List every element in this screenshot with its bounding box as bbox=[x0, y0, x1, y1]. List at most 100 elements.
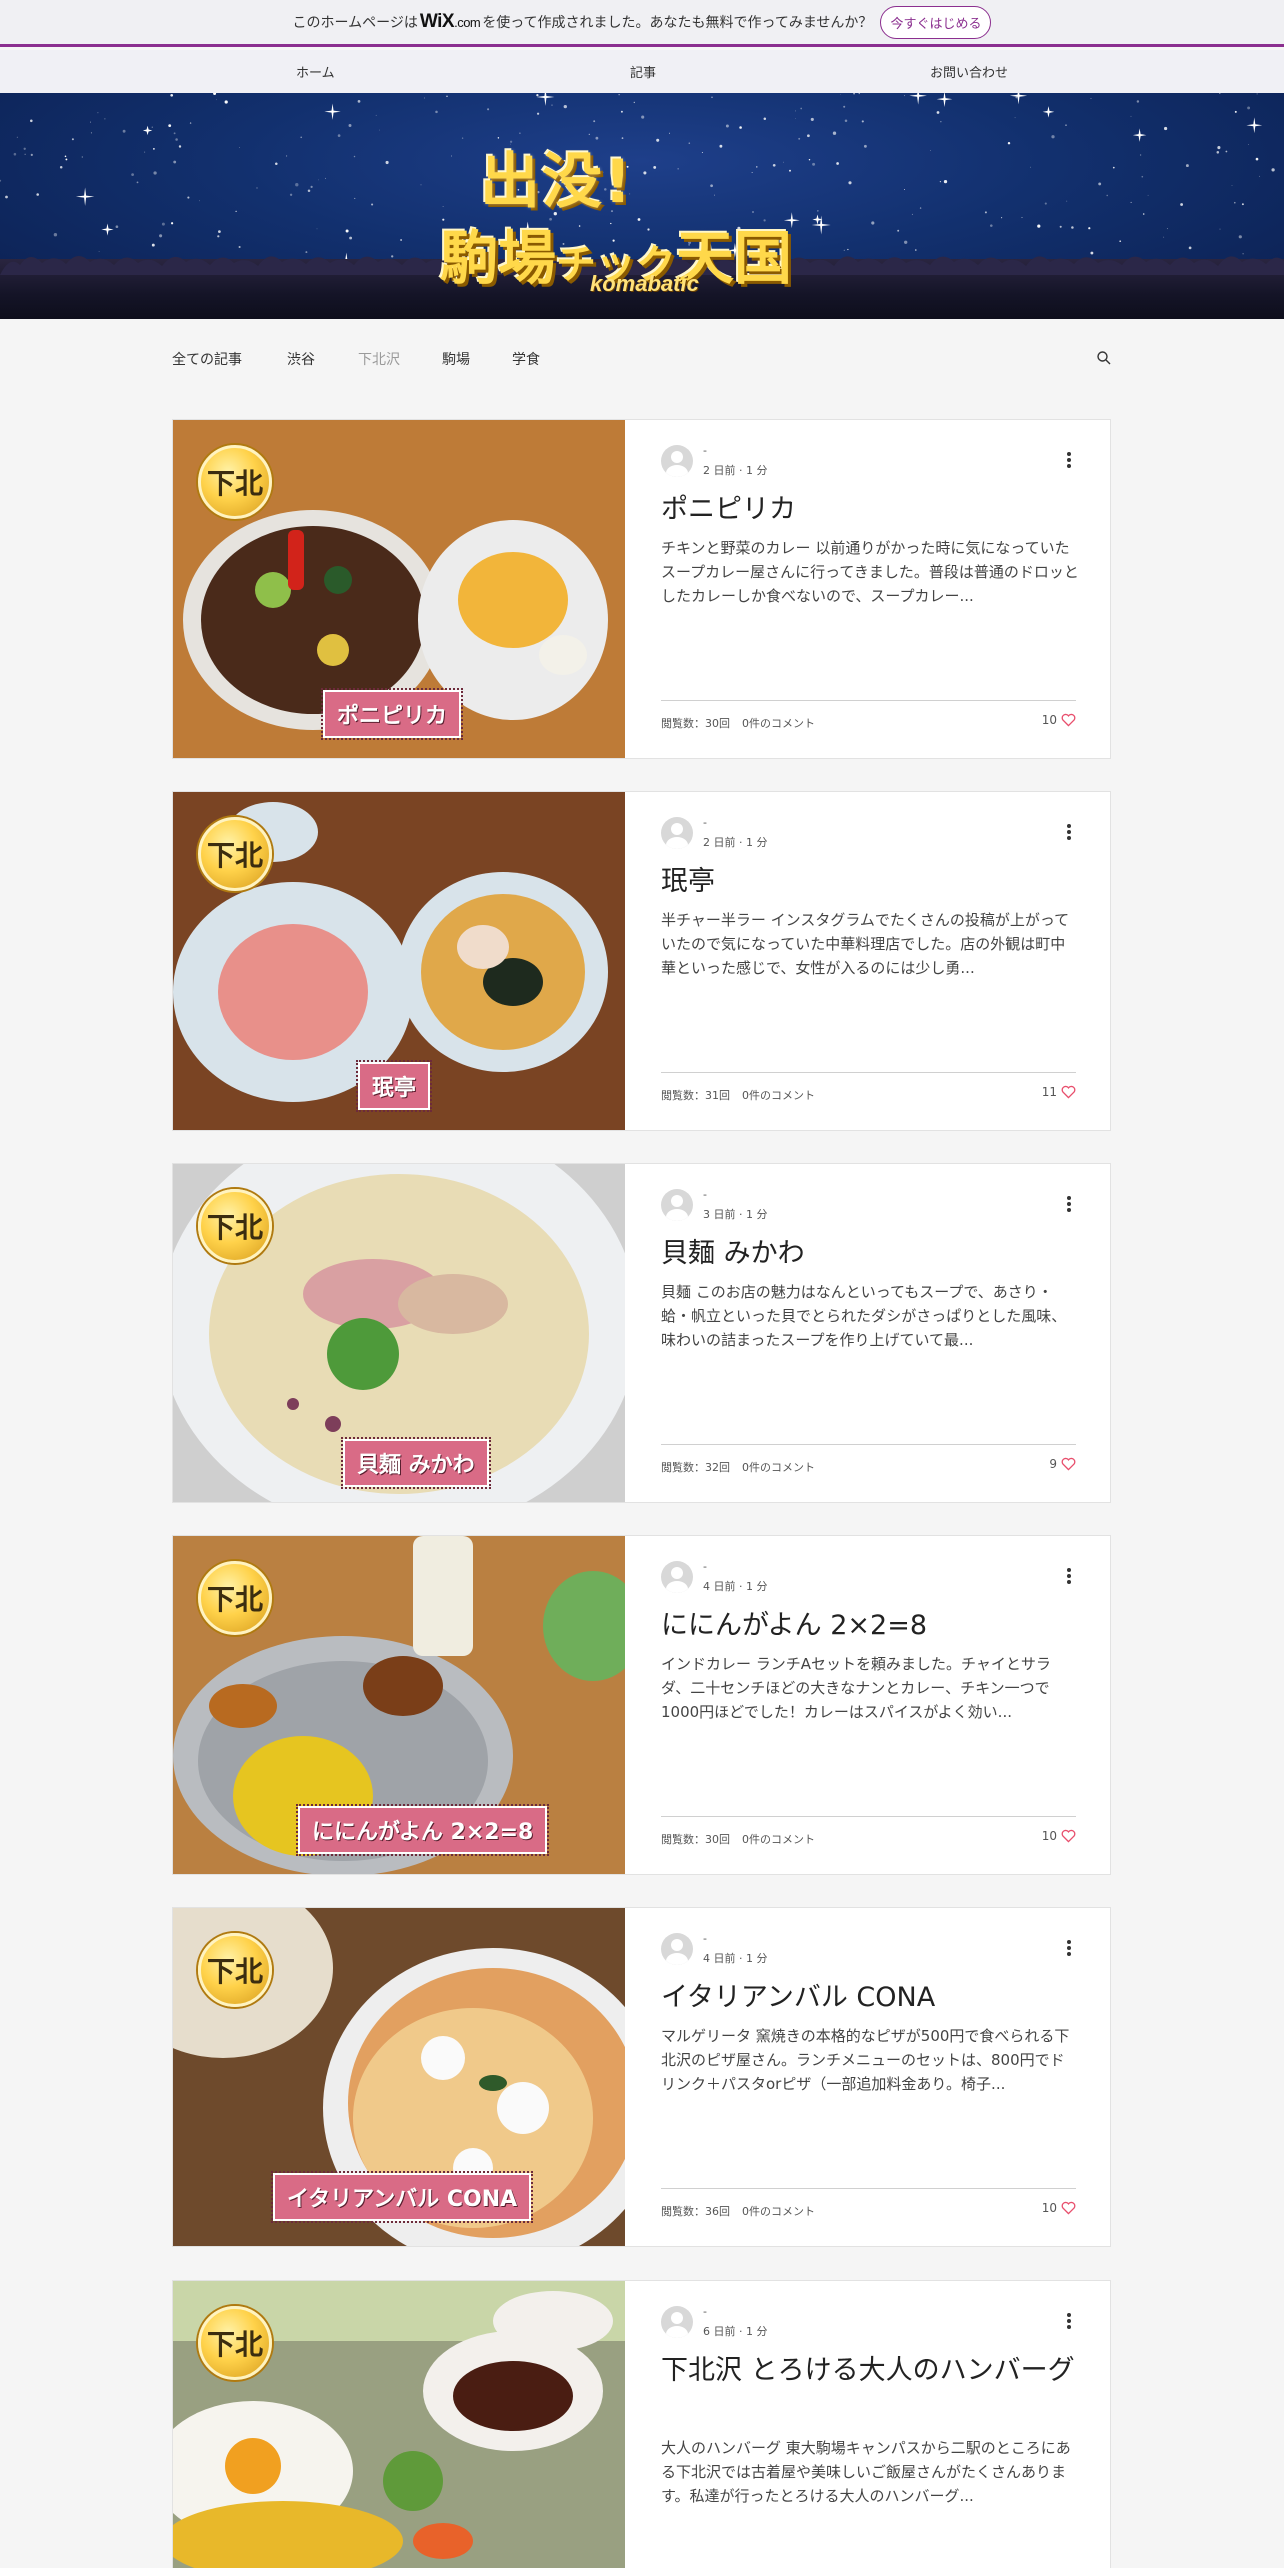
post-title[interactable]: ににんがよん 2×2=8 bbox=[661, 1608, 1081, 1644]
post-excerpt[interactable]: 半チャー半ラー インスタグラムでたくさんの投稿が上がっていたので気になっていた中… bbox=[661, 908, 1079, 980]
like-button[interactable]: 11 bbox=[1042, 1085, 1076, 1099]
star bbox=[843, 105, 846, 108]
author-name[interactable]: - bbox=[703, 1560, 707, 1573]
star bbox=[1059, 225, 1062, 228]
star bbox=[307, 189, 311, 193]
star bbox=[36, 193, 39, 196]
star bbox=[90, 132, 92, 134]
post-title[interactable]: 貝麺 みかわ bbox=[661, 1236, 1081, 1272]
author-avatar[interactable] bbox=[661, 1189, 693, 1221]
star bbox=[300, 136, 303, 139]
site-logo[interactable]: 出没! 駒場チック天国 komabatic bbox=[440, 133, 860, 303]
author-name[interactable]: - bbox=[703, 1932, 707, 1945]
comment-count[interactable]: 0件のコメント bbox=[742, 1089, 815, 1102]
category-shibuya[interactable]: 渋谷 bbox=[287, 349, 315, 369]
author-name[interactable]: - bbox=[703, 1188, 707, 1201]
star bbox=[13, 152, 17, 156]
category-all[interactable]: 全ての記事 bbox=[172, 349, 242, 369]
author-name[interactable]: - bbox=[703, 816, 707, 829]
post-thumbnail[interactable]: 下北 珉亭 bbox=[173, 792, 625, 1130]
star bbox=[424, 97, 425, 99]
more-options-icon[interactable] bbox=[1066, 2313, 1072, 2331]
post-thumbnail[interactable]: 下北 ににんがよん 2×2=8 bbox=[173, 1536, 625, 1874]
star bbox=[641, 115, 645, 119]
like-button[interactable]: 10 bbox=[1042, 713, 1076, 727]
star bbox=[1247, 106, 1251, 110]
post-card[interactable]: 下北 ににんがよん 2×2=8 - 4 日前 · 1 分 ににんがよん 2×2=… bbox=[172, 1535, 1111, 1875]
star bbox=[153, 148, 155, 150]
post-meta: 3 日前 · 1 分 bbox=[703, 1208, 768, 1221]
star bbox=[173, 132, 176, 135]
category-shimokitazawa[interactable]: 下北沢 bbox=[358, 349, 400, 369]
post-title[interactable]: ポニピリカ bbox=[661, 492, 1081, 528]
more-options-icon[interactable] bbox=[1066, 452, 1072, 470]
star bbox=[739, 126, 742, 129]
nav-articles[interactable]: 記事 bbox=[630, 50, 656, 93]
author-name[interactable]: - bbox=[703, 2305, 707, 2318]
star bbox=[763, 117, 767, 121]
star bbox=[168, 124, 172, 127]
star bbox=[30, 119, 33, 123]
wix-logo[interactable]: WiX.com bbox=[420, 11, 481, 33]
category-komaba[interactable]: 駒場 bbox=[442, 349, 470, 369]
post-excerpt[interactable]: チキンと野菜のカレー 以前通りがかった時に気になっていたスープカレー屋さんに行っ… bbox=[661, 536, 1079, 608]
nav-contact[interactable]: お問い合わせ bbox=[930, 50, 1008, 93]
star bbox=[990, 224, 993, 227]
star bbox=[30, 153, 33, 157]
post-excerpt[interactable]: マルゲリータ 窯焼きの本格的なピザが500円で食べられる下北沢のピザ屋さん。ラン… bbox=[661, 2024, 1079, 2096]
search-icon[interactable] bbox=[1096, 350, 1112, 366]
post-stats: 閲覧数：32回 0件のコメント bbox=[661, 1459, 827, 1475]
post-thumbnail[interactable]: 下北 イタリアンバル CONA bbox=[173, 1908, 625, 2246]
comment-count[interactable]: 0件のコメント bbox=[742, 2205, 815, 2218]
post-title[interactable]: 下北沢 とろける大人のハンバーグ bbox=[661, 2353, 1081, 2389]
post-stats: 閲覧数：31回 0件のコメント bbox=[661, 1087, 827, 1103]
author-avatar[interactable] bbox=[661, 1933, 693, 1965]
heart-icon bbox=[1061, 1829, 1076, 1843]
post-thumbnail[interactable]: 下北 ポニピリカ bbox=[173, 420, 625, 758]
star bbox=[213, 93, 217, 95]
comment-count[interactable]: 0件のコメント bbox=[742, 717, 815, 730]
author-avatar[interactable] bbox=[661, 1561, 693, 1593]
like-button[interactable]: 9 bbox=[1049, 1457, 1076, 1471]
star bbox=[800, 107, 803, 110]
like-button[interactable]: 10 bbox=[1042, 1829, 1076, 1843]
post-title[interactable]: 珉亭 bbox=[661, 864, 1081, 900]
post-card[interactable]: 下北 貝麺 みかわ - 3 日前 · 1 分 貝麺 みかわ 貝麺 このお店の魅力… bbox=[172, 1163, 1111, 1503]
post-meta: 4 日前 · 1 分 bbox=[703, 1580, 768, 1593]
star bbox=[345, 229, 349, 233]
more-options-icon[interactable] bbox=[1066, 824, 1072, 842]
post-excerpt[interactable]: 貝麺 このお店の魅力はなんといってもスープで、あさり・蛤・帆立といった貝でとられ… bbox=[661, 1280, 1079, 1352]
star bbox=[1030, 166, 1032, 168]
like-button[interactable]: 10 bbox=[1042, 2201, 1076, 2215]
more-options-icon[interactable] bbox=[1066, 1196, 1072, 1214]
post-card[interactable]: 下北 ポニピリカ - 2 日前 · 1 分 ポニピリカ チキンと野菜のカレー 以… bbox=[172, 419, 1111, 759]
author-name[interactable]: - bbox=[703, 444, 707, 457]
star bbox=[904, 240, 908, 244]
more-options-icon[interactable] bbox=[1066, 1940, 1072, 1958]
star bbox=[310, 185, 313, 188]
post-meta: 4 日前 · 1 分 bbox=[703, 1952, 768, 1965]
post-title[interactable]: イタリアンバル CONA bbox=[661, 1980, 1081, 2016]
post-card[interactable]: 下北 - 6 日前 · 1 分 下北沢 とろける大人のハンバーグ 大人のハンバー… bbox=[172, 2280, 1111, 2568]
post-card[interactable]: 下北 イタリアンバル CONA - 4 日前 · 1 分 イタリアンバル CON… bbox=[172, 1907, 1111, 2247]
star bbox=[940, 121, 942, 123]
comment-count[interactable]: 0件のコメント bbox=[742, 1461, 815, 1474]
star bbox=[943, 179, 948, 184]
start-now-button[interactable]: 今すぐはじめる bbox=[880, 5, 992, 39]
star bbox=[1014, 117, 1016, 119]
category-gakushoku[interactable]: 学食 bbox=[512, 349, 540, 369]
star bbox=[1001, 217, 1003, 219]
post-card[interactable]: 下北 珉亭 - 2 日前 · 1 分 珉亭 半チャー半ラー インスタグラムでたく… bbox=[172, 791, 1111, 1131]
nav-home[interactable]: ホーム bbox=[296, 50, 335, 93]
author-avatar[interactable] bbox=[661, 445, 693, 477]
post-excerpt[interactable]: インドカレー ランチAセットを頼みました。チャイとサラダ、二十センチほどの大きな… bbox=[661, 1652, 1079, 1724]
star bbox=[53, 233, 58, 237]
author-avatar[interactable] bbox=[661, 817, 693, 849]
post-thumbnail[interactable]: 下北 貝麺 みかわ bbox=[173, 1164, 625, 1502]
star bbox=[170, 93, 174, 97]
post-excerpt[interactable]: 大人のハンバーグ 東大駒場キャンパスから二駅のところにある下北沢では古着屋や美味… bbox=[661, 2436, 1079, 2508]
more-options-icon[interactable] bbox=[1066, 1568, 1072, 1586]
post-thumbnail[interactable]: 下北 bbox=[173, 2281, 625, 2568]
author-avatar[interactable] bbox=[661, 2306, 693, 2338]
comment-count[interactable]: 0件のコメント bbox=[742, 1833, 815, 1846]
